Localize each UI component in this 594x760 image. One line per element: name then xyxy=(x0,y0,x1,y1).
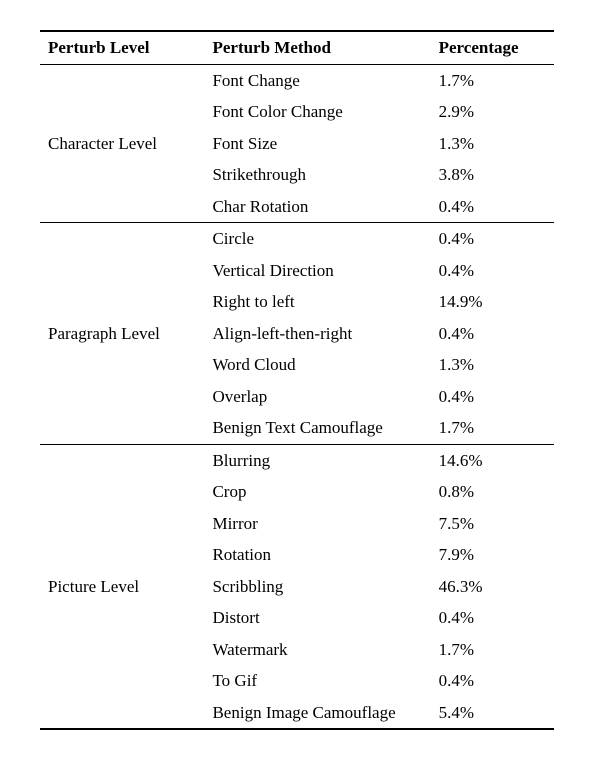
percentage-cell: 7.5% xyxy=(431,508,554,540)
table-row: Strikethrough3.8% xyxy=(40,159,554,191)
percentage-cell: 0.4% xyxy=(431,223,554,255)
percentage-cell: 1.7% xyxy=(431,634,554,666)
table-row: Crop0.8% xyxy=(40,476,554,508)
empty-cell xyxy=(40,64,204,96)
empty-cell xyxy=(40,159,204,191)
table-row: Overlap0.4% xyxy=(40,381,554,413)
percentage-cell: 46.3% xyxy=(431,571,554,603)
percentage-cell: 14.6% xyxy=(431,444,554,476)
percentage-cell: 0.4% xyxy=(431,191,554,223)
percentage-cell: 14.9% xyxy=(431,286,554,318)
table-row: Benign Text Camouflage1.7% xyxy=(40,412,554,444)
empty-cell xyxy=(40,96,204,128)
table-row: Mirror7.5% xyxy=(40,508,554,540)
table-row: Distort0.4% xyxy=(40,602,554,634)
table-row: Character LevelFont Size1.3% xyxy=(40,128,554,160)
method-cell: Strikethrough xyxy=(204,159,430,191)
method-cell: Rotation xyxy=(204,539,430,571)
table-row: Paragraph LevelAlign-left-then-right0.4% xyxy=(40,318,554,350)
empty-cell xyxy=(40,255,204,287)
method-cell: To Gif xyxy=(204,665,430,697)
method-cell: Crop xyxy=(204,476,430,508)
method-cell: Overlap xyxy=(204,381,430,413)
table-row: Word Cloud1.3% xyxy=(40,349,554,381)
method-cell: Font Color Change xyxy=(204,96,430,128)
method-cell: Blurring xyxy=(204,444,430,476)
method-cell: Scribbling xyxy=(204,571,430,603)
method-cell: Font Change xyxy=(204,64,430,96)
table-row: Font Change1.7% xyxy=(40,64,554,96)
empty-cell xyxy=(40,602,204,634)
table-body: Font Change1.7%Font Color Change2.9%Char… xyxy=(40,64,554,729)
perturbation-table: Perturb Level Perturb Method Percentage … xyxy=(40,30,554,730)
method-cell: Vertical Direction xyxy=(204,255,430,287)
table-row: Font Color Change2.9% xyxy=(40,96,554,128)
table-row: Vertical Direction0.4% xyxy=(40,255,554,287)
empty-cell xyxy=(40,223,204,255)
method-cell: Word Cloud xyxy=(204,349,430,381)
empty-cell xyxy=(40,634,204,666)
method-cell: Benign Image Camouflage xyxy=(204,697,430,730)
empty-cell xyxy=(40,697,204,730)
percentage-cell: 0.4% xyxy=(431,255,554,287)
empty-cell xyxy=(40,444,204,476)
table-row: To Gif0.4% xyxy=(40,665,554,697)
percentage-cell: 1.3% xyxy=(431,128,554,160)
percentage-cell: 1.7% xyxy=(431,412,554,444)
percentage-cell: 0.4% xyxy=(431,318,554,350)
table-row: Char Rotation0.4% xyxy=(40,191,554,223)
method-cell: Align-left-then-right xyxy=(204,318,430,350)
group-label: Character Level xyxy=(40,128,204,160)
method-cell: Benign Text Camouflage xyxy=(204,412,430,444)
empty-cell xyxy=(40,539,204,571)
empty-cell xyxy=(40,191,204,223)
method-cell: Mirror xyxy=(204,508,430,540)
method-cell: Circle xyxy=(204,223,430,255)
table-row: Blurring14.6% xyxy=(40,444,554,476)
percentage-cell: 0.4% xyxy=(431,381,554,413)
table-row: Rotation7.9% xyxy=(40,539,554,571)
header-level: Perturb Level xyxy=(40,31,204,64)
method-cell: Right to left xyxy=(204,286,430,318)
empty-cell xyxy=(40,349,204,381)
percentage-cell: 1.7% xyxy=(431,64,554,96)
header-percentage: Percentage xyxy=(431,31,554,64)
table-row: Circle0.4% xyxy=(40,223,554,255)
table-row: Benign Image Camouflage5.4% xyxy=(40,697,554,730)
method-cell: Font Size xyxy=(204,128,430,160)
group-label: Picture Level xyxy=(40,571,204,603)
percentage-cell: 3.8% xyxy=(431,159,554,191)
percentage-cell: 0.8% xyxy=(431,476,554,508)
empty-cell xyxy=(40,412,204,444)
method-cell: Char Rotation xyxy=(204,191,430,223)
percentage-cell: 2.9% xyxy=(431,96,554,128)
header-method: Perturb Method xyxy=(204,31,430,64)
percentage-cell: 7.9% xyxy=(431,539,554,571)
table-row: Watermark1.7% xyxy=(40,634,554,666)
empty-cell xyxy=(40,508,204,540)
percentage-cell: 0.4% xyxy=(431,665,554,697)
percentage-cell: 5.4% xyxy=(431,697,554,730)
empty-cell xyxy=(40,476,204,508)
method-cell: Watermark xyxy=(204,634,430,666)
table-row: Right to left14.9% xyxy=(40,286,554,318)
empty-cell xyxy=(40,381,204,413)
group-label: Paragraph Level xyxy=(40,318,204,350)
percentage-cell: 0.4% xyxy=(431,602,554,634)
empty-cell xyxy=(40,286,204,318)
table-row: Picture LevelScribbling46.3% xyxy=(40,571,554,603)
percentage-cell: 1.3% xyxy=(431,349,554,381)
method-cell: Distort xyxy=(204,602,430,634)
empty-cell xyxy=(40,665,204,697)
